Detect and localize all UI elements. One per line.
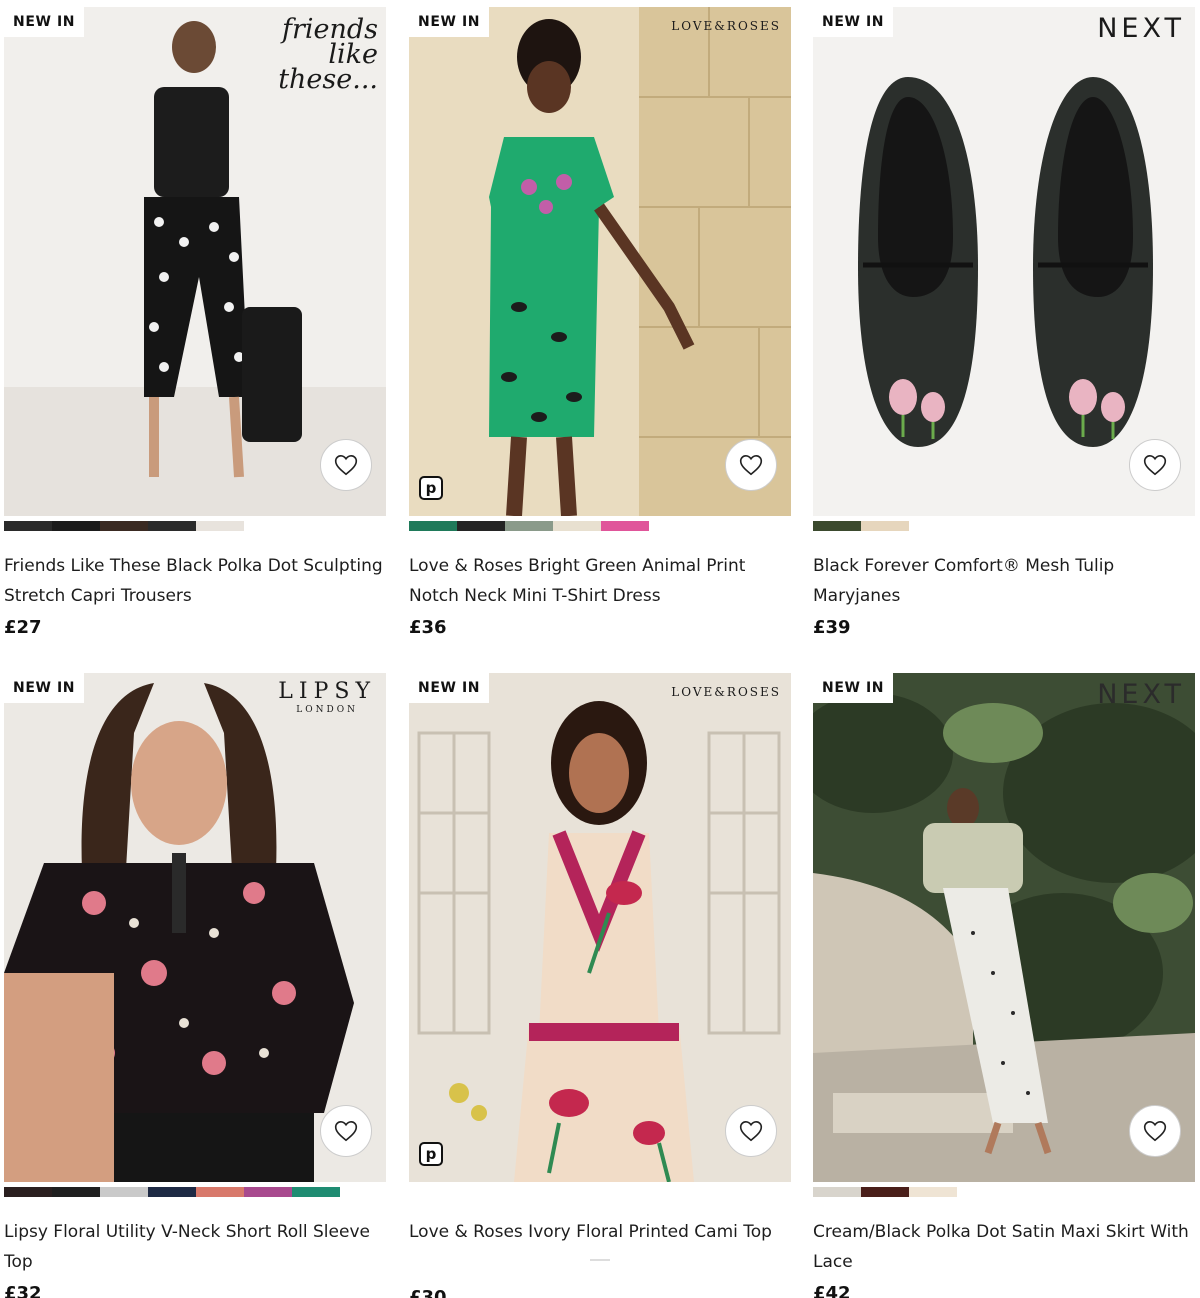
colour-swatch[interactable]	[861, 1187, 909, 1197]
product-title[interactable]: Cream/Black Polka Dot Satin Maxi Skirt W…	[813, 1217, 1195, 1277]
product-title[interactable]: Love & Roses Bright Green Animal Print N…	[409, 551, 791, 611]
product-image[interactable]: NEW IN NEXT	[813, 673, 1195, 1182]
colour-swatch[interactable]	[909, 1187, 957, 1197]
favourite-button[interactable]	[725, 439, 777, 491]
product-title[interactable]: Black Forever Comfort® Mesh Tulip Maryja…	[813, 551, 1195, 611]
p-icon: p	[419, 1142, 443, 1166]
new-in-badge: NEW IN	[409, 7, 490, 37]
product-card[interactable]: NEW IN LOVE&ROSES p Love & Roses Ivory F…	[409, 673, 791, 1298]
colour-swatch[interactable]	[457, 521, 505, 531]
brand-subtitle: LONDON	[296, 705, 358, 715]
product-price: £30	[409, 1287, 447, 1298]
favourite-button[interactable]	[1129, 439, 1181, 491]
favourite-button[interactable]	[1129, 1105, 1181, 1157]
colour-swatch[interactable]	[409, 521, 457, 531]
colour-swatch[interactable]	[148, 1187, 196, 1197]
colour-swatches	[4, 1187, 386, 1197]
new-in-badge: NEW IN	[4, 7, 85, 37]
p-icon: p	[419, 476, 443, 500]
brand-logo: LIPSY LONDON	[278, 679, 376, 715]
colour-swatches	[409, 1187, 791, 1197]
product-title[interactable]: Lipsy Floral Utility V-Neck Short Roll S…	[4, 1217, 386, 1277]
product-image[interactable]: NEW IN LOVE&ROSES p	[409, 673, 791, 1182]
colour-swatch[interactable]	[813, 1187, 861, 1197]
brand-logo: NEXT	[1097, 679, 1185, 710]
product-grid: NEW IN friends like these... Friends Lik…	[0, 0, 1200, 1298]
heart-icon	[739, 454, 763, 476]
product-photo	[813, 673, 1195, 1182]
product-card[interactable]: NEW IN LIPSY LONDON Lipsy Floral Utility…	[4, 673, 386, 1298]
favourite-button[interactable]	[725, 1105, 777, 1157]
colour-swatch[interactable]	[148, 521, 196, 531]
product-photo	[409, 673, 791, 1182]
colour-swatch[interactable]	[813, 521, 861, 531]
product-price: £27	[4, 617, 42, 638]
colour-swatch[interactable]	[4, 521, 52, 531]
product-photo	[409, 7, 791, 516]
favourite-button[interactable]	[320, 439, 372, 491]
colour-swatch[interactable]	[244, 1187, 292, 1197]
colour-swatch[interactable]	[196, 1187, 244, 1197]
product-photo	[4, 673, 386, 1182]
brand-logo: LOVE&ROSES	[671, 19, 781, 33]
heart-icon	[739, 1120, 763, 1142]
product-card[interactable]: NEW IN friends like these... Friends Lik…	[4, 7, 386, 638]
colour-swatch[interactable]	[52, 521, 100, 531]
heart-icon	[334, 1120, 358, 1142]
product-price: £36	[409, 617, 447, 638]
product-photo	[813, 7, 1195, 516]
new-in-badge: NEW IN	[813, 673, 894, 703]
product-card[interactable]: NEW IN LOVE&ROSES p Love & Roses Bright …	[409, 7, 791, 638]
favourite-button[interactable]	[320, 1105, 372, 1157]
divider	[590, 1259, 610, 1261]
colour-swatches	[4, 521, 386, 531]
colour-swatch[interactable]	[553, 521, 601, 531]
new-in-badge: NEW IN	[813, 7, 894, 37]
colour-swatch[interactable]	[100, 1187, 148, 1197]
product-title[interactable]: Love & Roses Ivory Floral Printed Cami T…	[409, 1217, 791, 1247]
product-price: £42	[813, 1283, 851, 1298]
colour-swatches	[813, 1187, 1195, 1197]
heart-icon	[1143, 1120, 1167, 1142]
colour-swatch[interactable]	[601, 521, 649, 531]
heart-icon	[1143, 454, 1167, 476]
colour-swatches	[813, 521, 1195, 531]
new-in-badge: NEW IN	[4, 673, 85, 703]
colour-swatch[interactable]	[100, 521, 148, 531]
colour-swatch[interactable]	[4, 1187, 52, 1197]
product-image[interactable]: NEW IN LOVE&ROSES p	[409, 7, 791, 516]
brand-logo: friends like these...	[278, 14, 378, 95]
new-in-badge: NEW IN	[409, 673, 490, 703]
product-title[interactable]: Friends Like These Black Polka Dot Sculp…	[4, 551, 386, 611]
product-image[interactable]: NEW IN friends like these...	[4, 7, 386, 516]
colour-swatch[interactable]	[505, 521, 553, 531]
product-image[interactable]: NEW IN LIPSY LONDON	[4, 673, 386, 1182]
brand-logo: NEXT	[1097, 13, 1185, 44]
colour-swatches	[409, 521, 791, 531]
product-price: £39	[813, 617, 851, 638]
colour-swatch[interactable]	[52, 1187, 100, 1197]
product-card[interactable]: NEW IN NEXT Cream/Black Polka Dot Satin …	[813, 673, 1195, 1298]
heart-icon	[334, 454, 358, 476]
brand-logo: LOVE&ROSES	[671, 685, 781, 699]
colour-swatch[interactable]	[196, 521, 244, 531]
colour-swatch[interactable]	[861, 521, 909, 531]
brand-name: LIPSY	[278, 679, 376, 704]
product-price: £32	[4, 1283, 42, 1298]
product-card[interactable]: NEW IN NEXT Black Forever Comfort® Mesh …	[813, 7, 1195, 638]
product-image[interactable]: NEW IN NEXT	[813, 7, 1195, 516]
colour-swatch[interactable]	[292, 1187, 340, 1197]
